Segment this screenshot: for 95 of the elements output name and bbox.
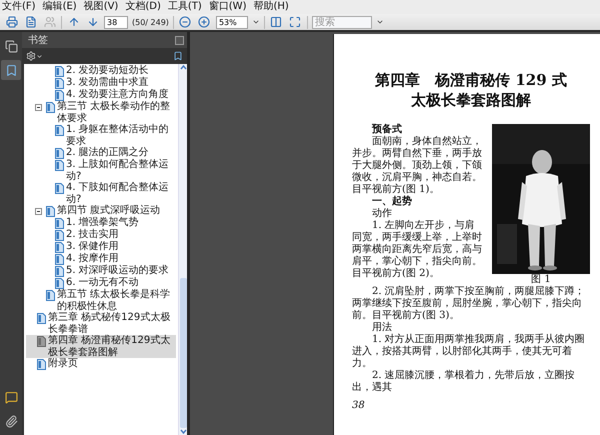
bookmark-page-icon [55, 125, 64, 136]
bookmark-item[interactable]: 2. 发劲要动短劲长 [26, 65, 176, 77]
full-screen-button[interactable] [288, 14, 303, 30]
bookmark-item[interactable]: 3. 上肢如何配合整体运动? [26, 159, 176, 182]
full-screen-icon [289, 16, 302, 28]
search-field[interactable]: 搜索 [312, 16, 372, 28]
chapter-title: 第四章 杨澄甫秘传 129 式 [374, 70, 568, 90]
gear-icon [26, 51, 36, 61]
next-page-icon [86, 16, 98, 28]
bookmark-item[interactable]: 3. 发劲需曲中求直 [26, 77, 176, 89]
panel-menu-button[interactable] [175, 36, 184, 44]
zoom-in-button[interactable] [196, 14, 212, 30]
zoom-out-button[interactable] [178, 14, 193, 30]
caret-icon [36, 52, 43, 60]
scroll-up-icon[interactable] [180, 64, 186, 71]
bookmark-item[interactable]: 2. 技击实用 [26, 229, 176, 241]
zoom-out-icon [179, 16, 192, 28]
bookmark-item[interactable]: 4. 按摩作用 [26, 253, 176, 265]
bookmark-page-icon [55, 78, 64, 89]
bookmark-item[interactable]: 第三章 杨式秘传129式太极长拳拳谱 [26, 312, 176, 335]
speech-bubble-icon [4, 390, 18, 404]
bookmark-page-icon [55, 278, 64, 289]
bookmark-item[interactable]: 1. 身躯在整体活动中的要求 [26, 124, 176, 147]
chapter-title: 太极长拳套路图解 [410, 90, 532, 110]
pages-icon [4, 40, 18, 52]
bookmark-page-icon [55, 242, 64, 253]
options-button[interactable] [26, 51, 43, 61]
paragraph: 1. 对方从正面用两掌推我两肩，我两手从彼内圈进入，按搭其两臂，以肘部化其两手，使其无可着力。 [352, 334, 586, 370]
bookmark-icon [173, 51, 183, 61]
figure-caption: 图 1 [531, 274, 551, 286]
bookmark-page-icon [55, 90, 64, 101]
bookmark-page-icon [46, 206, 55, 217]
menu-item[interactable]: 视图(V) [84, 1, 118, 13]
people-icon [44, 16, 56, 28]
bookmark-page-icon [46, 290, 55, 301]
scroll-down-icon[interactable] [180, 428, 186, 435]
new-bookmark-button[interactable] [173, 51, 183, 61]
panel-title: 书签 [28, 34, 48, 47]
bookmark-item[interactable]: 第三节 太极长拳动作的整体要求 [26, 101, 176, 124]
menu-item[interactable]: 工具(T) [168, 1, 202, 13]
print-icon-button[interactable] [4, 14, 19, 30]
bookmark-page-icon [55, 266, 64, 277]
bookmark-item[interactable]: 5. 对深呼吸运动的要求 [26, 265, 176, 277]
zoom-field[interactable]: 53% [216, 16, 248, 28]
bookmark-item[interactable]: 第五节 练太极长拳是科学的积极性休息 [26, 289, 176, 312]
collapse-icon[interactable] [35, 104, 42, 110]
paperclip-icon [4, 414, 18, 428]
bookmark-item[interactable]: 2. 腿法的正隅之分 [26, 147, 176, 159]
bookmark-item[interactable]: 1. 增强拳架气势 [26, 217, 176, 229]
bookmark-icon [4, 64, 18, 76]
bookmark-page-icon [55, 254, 64, 265]
bookmark-item[interactable]: 4. 发劲要注意方向角度 [26, 89, 176, 101]
menu-item[interactable]: 帮助(H) [253, 1, 289, 13]
bookmark-item[interactable]: 第四节 腹式深呼吸运动 [26, 205, 176, 217]
page-count: (50/ 249) [132, 18, 169, 26]
section-heading: 一、起势 [371, 196, 413, 208]
bookmark-page-icon [37, 313, 46, 324]
caret-icon[interactable] [252, 18, 260, 26]
bookmark-page-icon [55, 160, 64, 171]
section-heading: 预备式 [370, 124, 403, 136]
document-icon [24, 16, 36, 28]
bookmark-page-icon [55, 218, 64, 229]
previous-page-icon [68, 16, 80, 28]
columns-icon-button[interactable] [268, 14, 284, 30]
bookmark-item[interactable]: 4. 下肢如何配合整体运动? [26, 182, 176, 205]
subsection-label: 用法 [371, 322, 393, 334]
bookmark-page-icon [37, 336, 46, 347]
bookmark-item[interactable]: 第四章 杨澄甫秘传129式太极长拳套路图解 [26, 335, 176, 358]
caret-icon[interactable] [376, 18, 384, 26]
collapse-icon[interactable] [35, 208, 42, 214]
subsection-label: 动作 [371, 208, 393, 220]
paragraph: 1. 左脚向左开步，与肩同宽，两手缓缓上举，上举时两掌横向距离先窄后宽，高与肩平，掌心朝下，指尖向前。目平视前方(图 2)。 [352, 220, 483, 280]
bookmark-page-icon [37, 359, 46, 370]
bookmarks-tab[interactable] [1, 60, 21, 80]
zoom-in-icon [198, 16, 210, 28]
paragraph: 2. 速屈膝沉腰，掌根着力，先带后放，立圈按出，遇其 [352, 370, 576, 394]
bookmark-page-icon [55, 148, 64, 159]
bookmark-item[interactable]: 3. 保健作用 [26, 241, 176, 253]
menu-item[interactable]: 窗口(W) [208, 1, 246, 13]
paragraph: 面朝南，身体自然站立，并步。两臂自然下垂，两手放于大腿外侧。顶劲上领，下颌微收，沉肩平胸，神态自若。目平视前方(图 1)。 [352, 136, 483, 196]
menu-item[interactable]: 文件(F) [2, 1, 36, 13]
columns-icon [270, 16, 282, 28]
paragraph: 2. 沉肩坠肘，两掌下按至胸前，两腿屈膝下蹲；两掌继续下按至腹前，屈肘坐腕，掌心朝下，指尖向前。目平视前方(图 3)。 [352, 286, 586, 322]
bookmark-page-icon [55, 230, 64, 241]
page-number: 38 [352, 400, 366, 411]
bookmark-page-icon [55, 183, 64, 194]
bookmark-page-icon [46, 102, 55, 113]
print-icon [6, 16, 18, 28]
menu-item[interactable]: 文档(D) [125, 1, 161, 13]
bookmark-page-icon [55, 66, 64, 77]
page-number-field[interactable]: 38 [104, 16, 128, 28]
scrollbar[interactable] [178, 64, 187, 435]
menu-item[interactable]: 编辑(E) [42, 1, 77, 13]
bookmark-item[interactable]: 6. 一动无有不动 [26, 277, 176, 289]
bookmark-item[interactable]: 附录页 [26, 358, 176, 370]
